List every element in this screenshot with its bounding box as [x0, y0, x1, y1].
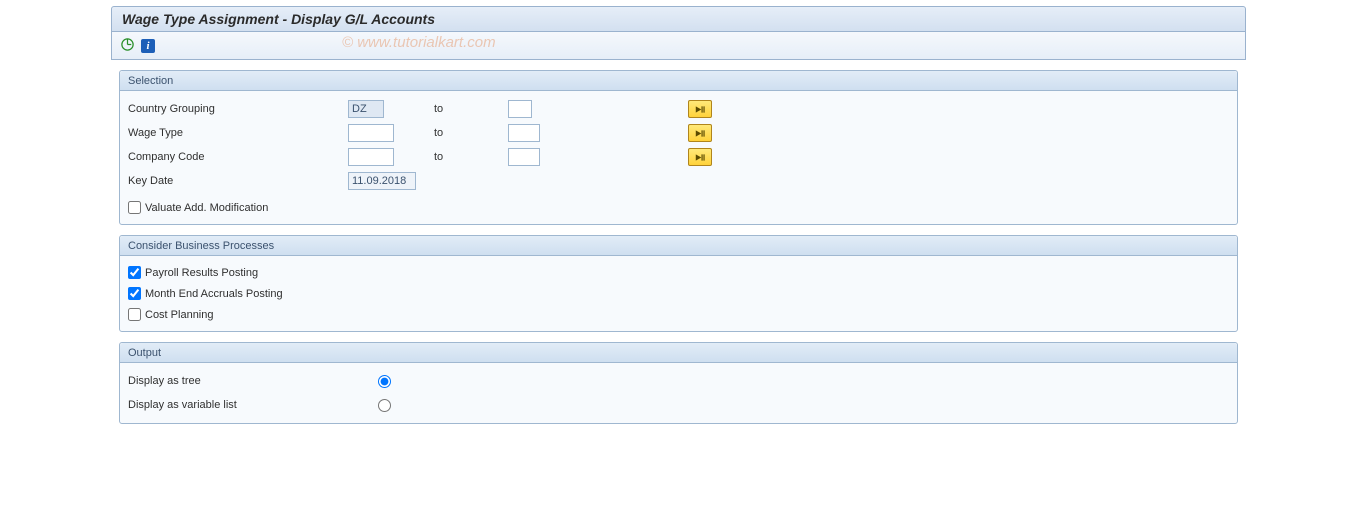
- display-as-variable-list-label: Display as variable list: [128, 399, 378, 411]
- display-as-tree-label: Display as tree: [128, 375, 378, 387]
- cost-planning-label: Cost Planning: [145, 309, 214, 321]
- processes-group: Consider Business Processes Payroll Resu…: [119, 235, 1238, 332]
- display-as-variable-list-radio[interactable]: [378, 399, 391, 412]
- country-grouping-multiple-selection-button[interactable]: [688, 100, 712, 118]
- company-code-label: Company Code: [128, 151, 348, 163]
- output-heading: Output: [120, 343, 1237, 363]
- country-grouping-to-label: to: [428, 103, 508, 115]
- wage-type-multiple-selection-button[interactable]: [688, 124, 712, 142]
- wage-type-to-label: to: [428, 127, 508, 139]
- company-code-to-label: to: [428, 151, 508, 163]
- display-as-tree-radio[interactable]: [378, 375, 391, 388]
- payroll-results-posting-checkbox[interactable]: [128, 266, 141, 279]
- company-code-to-input[interactable]: [508, 148, 540, 166]
- cost-planning-checkbox[interactable]: [128, 308, 141, 321]
- watermark-text: © www.tutorialkart.com: [342, 34, 496, 51]
- company-code-multiple-selection-button[interactable]: [688, 148, 712, 166]
- country-grouping-from-input[interactable]: [348, 100, 384, 118]
- processes-heading: Consider Business Processes: [120, 236, 1237, 256]
- page-title-bar: Wage Type Assignment - Display G/L Accou…: [111, 6, 1246, 32]
- payroll-results-posting-label: Payroll Results Posting: [145, 267, 258, 279]
- wage-type-to-input[interactable]: [508, 124, 540, 142]
- country-grouping-to-input[interactable]: [508, 100, 532, 118]
- company-code-from-input[interactable]: [348, 148, 394, 166]
- valuate-add-modification-checkbox[interactable]: [128, 201, 141, 214]
- page-title: Wage Type Assignment - Display G/L Accou…: [122, 11, 435, 27]
- application-toolbar: i © www.tutorialkart.com: [111, 32, 1246, 60]
- execute-icon[interactable]: [120, 37, 135, 55]
- month-end-accruals-checkbox[interactable]: [128, 287, 141, 300]
- key-date-input[interactable]: [348, 172, 416, 190]
- key-date-label: Key Date: [128, 175, 348, 187]
- output-group: Output Display as tree Display as variab…: [119, 342, 1238, 424]
- info-icon[interactable]: i: [141, 39, 155, 53]
- selection-heading: Selection: [120, 71, 1237, 91]
- country-grouping-label: Country Grouping: [128, 103, 348, 115]
- selection-group: Selection Country Grouping to: [119, 70, 1238, 225]
- valuate-add-modification-label: Valuate Add. Modification: [145, 202, 268, 214]
- month-end-accruals-label: Month End Accruals Posting: [145, 288, 283, 300]
- wage-type-from-input[interactable]: [348, 124, 394, 142]
- wage-type-label: Wage Type: [128, 127, 348, 139]
